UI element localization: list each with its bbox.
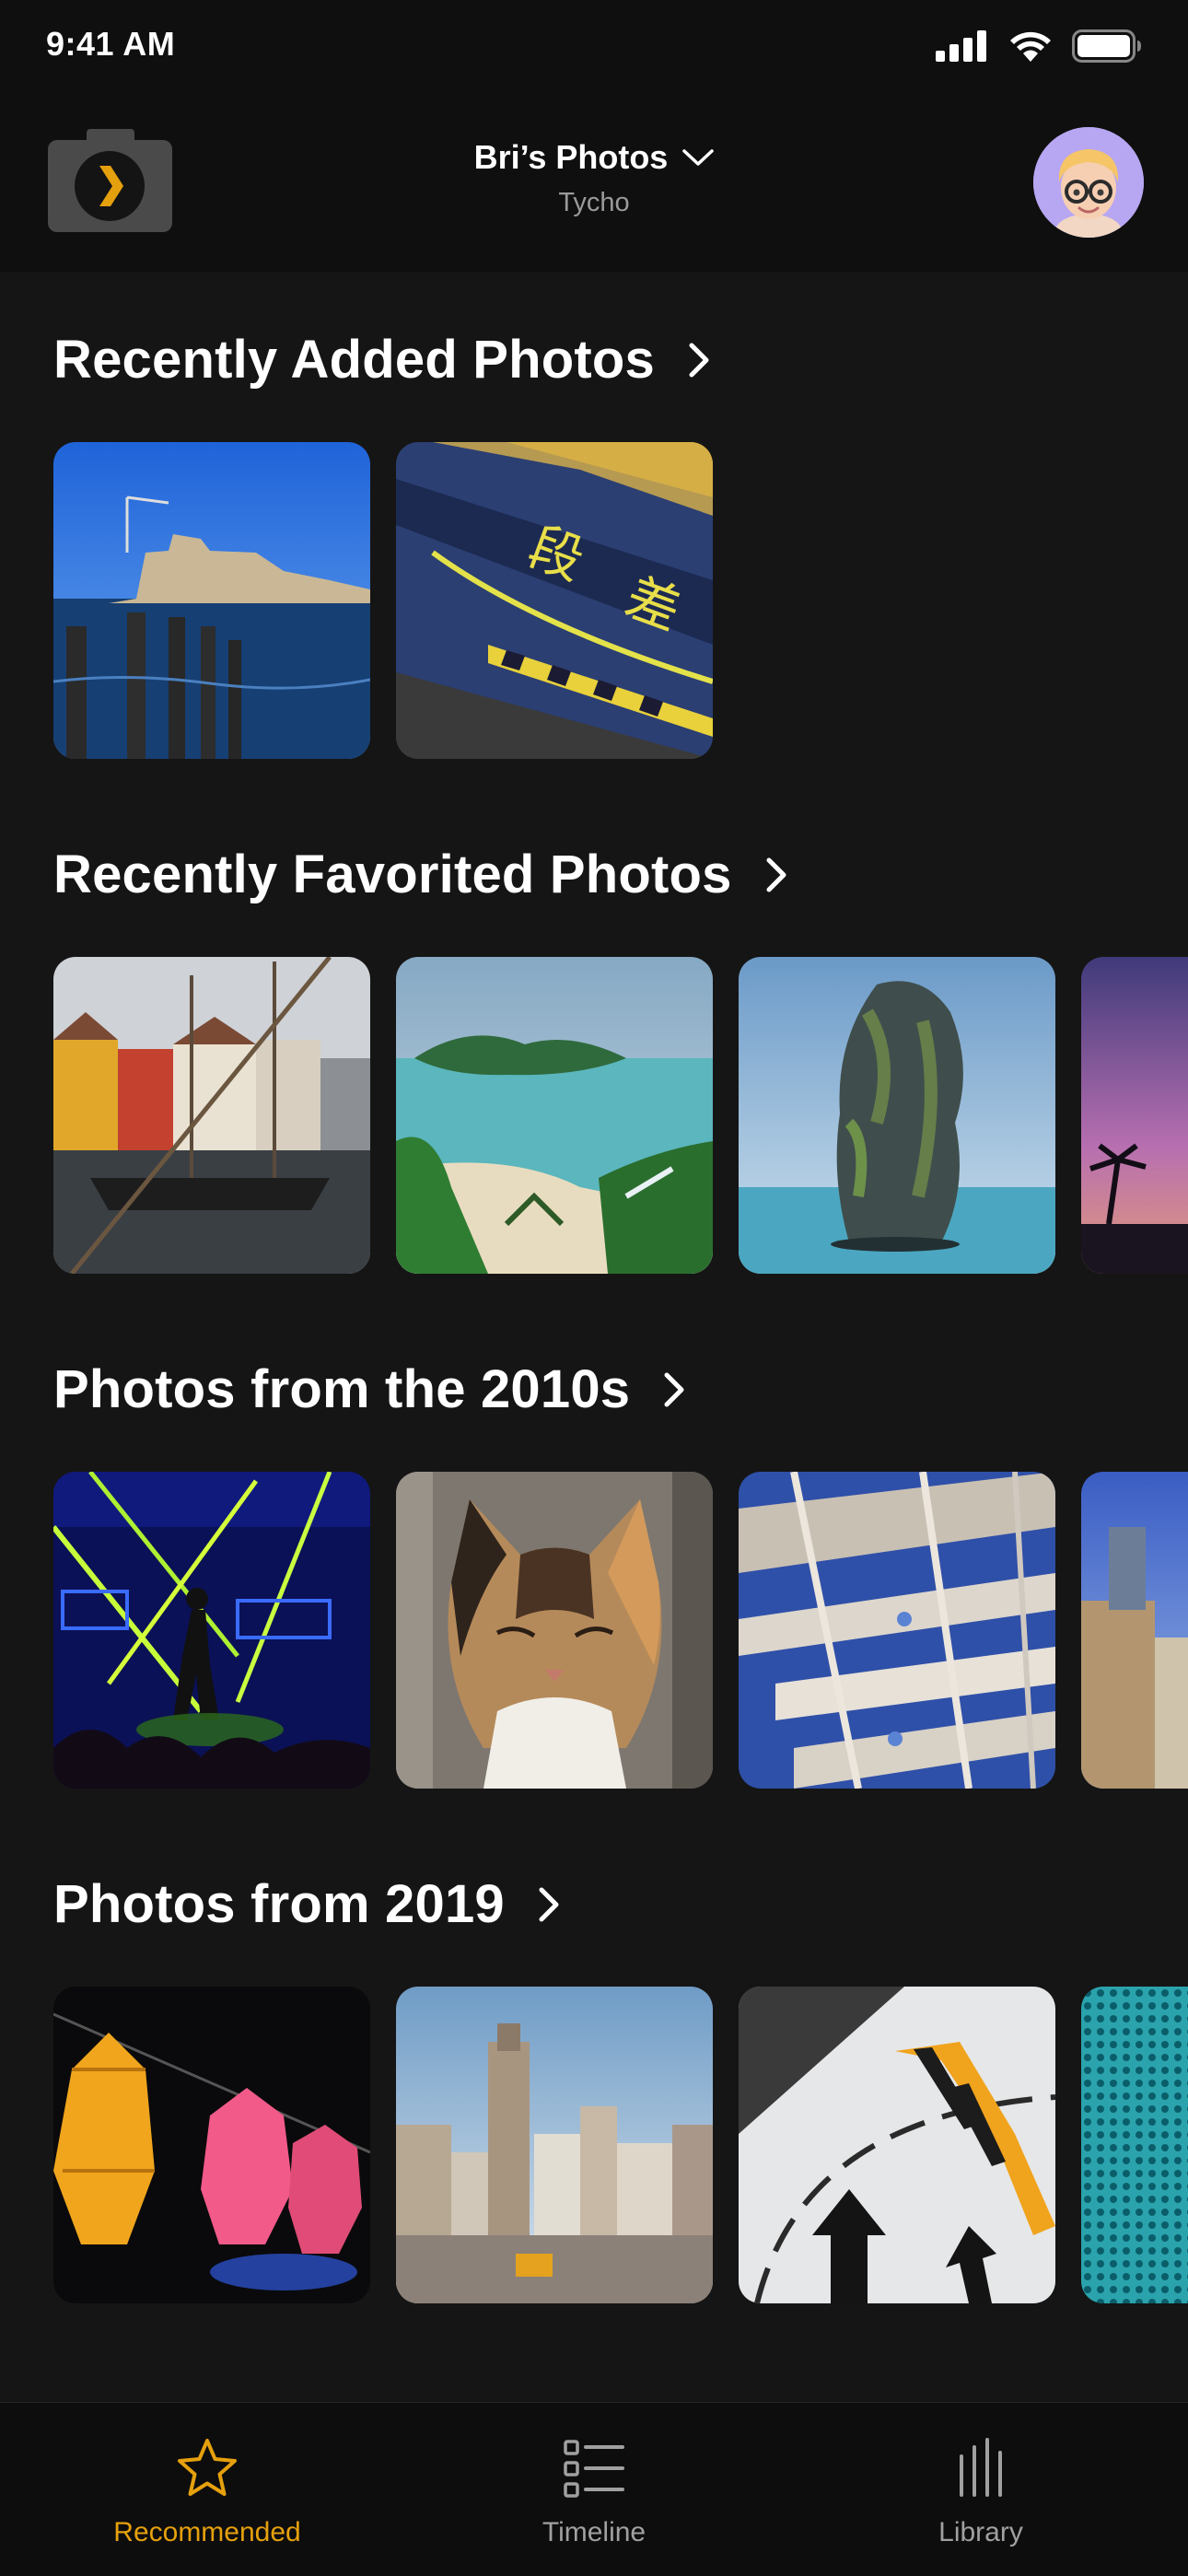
- tab-bar: Recommended Timeline Library: [0, 2402, 1188, 2575]
- tab-label: Timeline: [542, 2517, 646, 2547]
- photo-nyhavn-boats[interactable]: [53, 957, 370, 1274]
- section-header[interactable]: Recently Added Photos: [53, 329, 717, 390]
- tab-timeline[interactable]: Timeline: [396, 2403, 792, 2576]
- status-time: 9:41 AM: [46, 25, 176, 63]
- photo-paper-lanterns[interactable]: [53, 1987, 370, 2303]
- status-icons: [936, 29, 1142, 63]
- star-icon: [178, 2439, 237, 2496]
- recommended-feed[interactable]: Recently Added Photos 段 差 Recently Favor…: [0, 272, 1188, 2402]
- wifi-icon: [1010, 31, 1051, 62]
- photo-harbor-buildings[interactable]: [53, 442, 370, 759]
- list-icon: [564, 2440, 624, 2498]
- photo-calico-cat[interactable]: [396, 1472, 713, 1789]
- status-bar: 9:41 AM: [0, 0, 1188, 92]
- battery-icon: [1072, 29, 1141, 63]
- photo-city-buildings[interactable]: [1081, 1472, 1188, 1789]
- chevron-right-icon: [689, 343, 709, 377]
- server-selector[interactable]: Bri’s Photos Tycho: [0, 138, 1188, 218]
- photo-row: [53, 957, 1188, 1274]
- photo-airplane-marking[interactable]: [739, 1987, 1055, 2303]
- photo-purple-sunset[interactable]: [1081, 957, 1188, 1274]
- photo-industrial-structure[interactable]: [739, 1472, 1055, 1789]
- server-title: Bri’s Photos: [473, 138, 669, 176]
- section-header[interactable]: Photos from 2019: [53, 1873, 567, 1935]
- app-header: Bri’s Photos Tycho: [0, 92, 1188, 272]
- photo-row: 段 差: [53, 442, 1188, 759]
- photo-row: [53, 1987, 1188, 2303]
- photo-teal-pattern[interactable]: [1081, 1987, 1188, 2303]
- chevron-right-icon: [766, 857, 786, 892]
- section-title: Photos from the 2010s: [53, 1359, 631, 1419]
- tab-label: Library: [938, 2517, 1023, 2547]
- chevron-down-icon: [682, 149, 715, 166]
- tab-label: Recommended: [113, 2517, 301, 2547]
- section-header[interactable]: Photos from the 2010s: [53, 1358, 693, 1420]
- section-title: Recently Added Photos: [53, 330, 656, 390]
- photo-city-skyline[interactable]: [396, 1987, 713, 2303]
- cellular-signal-icon: [936, 30, 986, 62]
- photo-yellow-kanji-step[interactable]: 段 差: [396, 442, 713, 759]
- photo-nightclub-lasers[interactable]: [53, 1472, 370, 1789]
- photo-limestone-rock[interactable]: [739, 957, 1055, 1274]
- photo-row: [53, 1472, 1188, 1789]
- tab-recommended[interactable]: Recommended: [9, 2403, 405, 2576]
- server-subtitle: Tycho: [558, 188, 630, 217]
- library-icon: [960, 2438, 1002, 2497]
- photo-tropical-island[interactable]: [396, 957, 713, 1274]
- chevron-right-icon: [539, 1887, 559, 1921]
- avatar[interactable]: [1033, 127, 1144, 238]
- chevron-right-icon: [664, 1372, 684, 1406]
- section-title: Photos from 2019: [53, 1874, 505, 1934]
- section-header[interactable]: Recently Favorited Photos: [53, 844, 795, 905]
- section-title: Recently Favorited Photos: [53, 845, 732, 904]
- tab-library[interactable]: Library: [783, 2403, 1179, 2576]
